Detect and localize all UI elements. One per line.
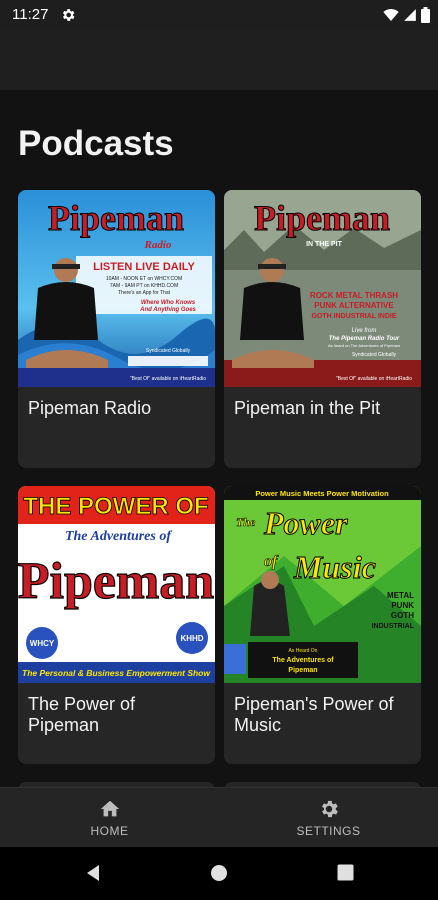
svg-text:10AM - NOON ET on WHCY.COM: 10AM - NOON ET on WHCY.COM [106, 276, 182, 282]
svg-text:Pipeman: Pipeman [288, 667, 317, 674]
app-bar [0, 30, 438, 90]
svg-text:The Adventures of: The Adventures of [272, 657, 334, 664]
svg-text:PUNK: PUNK [391, 601, 414, 610]
svg-text:KHHD: KHHD [180, 634, 203, 643]
svg-text:There's an App for That: There's an App for That [118, 290, 171, 296]
nav-home[interactable]: HOME [0, 788, 219, 848]
battery-icon [421, 7, 430, 23]
status-time: 11:27 [12, 6, 49, 23]
recents-icon[interactable] [337, 864, 354, 881]
svg-text:Power Music Meets Power Motiva: Power Music Meets Power Motivation [255, 489, 389, 498]
podcast-artwork: THE POWER OF The Adventures of Pipeman W… [18, 486, 215, 683]
wifi-icon [383, 9, 399, 21]
svg-text:LISTEN LIVE DAILY: LISTEN LIVE DAILY [93, 261, 195, 273]
svg-text:"Best Of" available on iHeartR: "Best Of" available on iHeartRadio [130, 376, 206, 382]
svg-text:Music: Music [293, 549, 376, 585]
svg-text:Live from: Live from [352, 328, 377, 334]
svg-text:PUNK ALTERNATIVE: PUNK ALTERNATIVE [314, 301, 394, 310]
podcast-artwork: Pipeman Radio LISTEN LIVE DAILY 10AM - N… [18, 190, 215, 387]
svg-text:Pipeman: Pipeman [18, 553, 214, 610]
podcast-card-pipeman-radio[interactable]: Pipeman Radio LISTEN LIVE DAILY 10AM - N… [18, 190, 215, 468]
podcast-title: Pipeman Radio [28, 398, 152, 418]
nav-settings-label: SETTINGS [296, 824, 361, 838]
podcast-list[interactable]: Podcasts Pipeman Radio LISTEN LIVE DAILY… [0, 90, 438, 787]
signal-icon [404, 9, 416, 21]
gear-icon [321, 800, 338, 818]
home-circle-icon[interactable] [210, 864, 228, 882]
svg-text:And Anything Goes: And Anything Goes [139, 307, 196, 313]
svg-text:of: of [264, 553, 279, 570]
svg-text:GOTH: GOTH [391, 611, 414, 620]
podcast-title-line: The Power of [28, 694, 136, 714]
svg-text:IN THE PIT: IN THE PIT [306, 241, 343, 248]
svg-text:Pipeman: Pipeman [48, 198, 184, 238]
svg-text:Syndicated Globally: Syndicated Globally [146, 348, 191, 354]
svg-text:METAL: METAL [387, 591, 414, 600]
svg-text:THE POWER OF: THE POWER OF [23, 493, 208, 520]
svg-text:The Adventures of: The Adventures of [65, 529, 172, 544]
gear-icon [62, 9, 75, 21]
podcast-title-line: Pipeman [28, 715, 100, 735]
svg-text:"Best Of" available on iHeartR: "Best Of" available on iHeartRadio [336, 376, 412, 382]
status-icons [383, 6, 430, 24]
svg-text:WHCY: WHCY [30, 639, 55, 648]
podcast-card-pipemans-power-of-music[interactable]: Power Music Meets Power Motivation The P… [224, 486, 421, 764]
podcast-title: The Power of Pipeman [28, 694, 205, 736]
svg-text:The Pipeman Radio Tour: The Pipeman Radio Tour [329, 336, 400, 342]
podcast-title-line: Music [234, 715, 282, 735]
podcast-card-pipeman-in-the-pit[interactable]: Pipeman IN THE PIT ROCK METAL THRASH PUN… [224, 190, 421, 468]
svg-text:GOTH INDUSTRIAL INDIE: GOTH INDUSTRIAL INDIE [311, 313, 396, 320]
back-icon[interactable] [84, 864, 102, 882]
home-icon [100, 800, 119, 817]
svg-text:Where Who Knows: Where Who Knows [141, 300, 196, 306]
nav-settings[interactable]: SETTINGS [219, 788, 438, 848]
svg-text:As Heard On: As Heard On [289, 648, 318, 654]
svg-text:INDUSTRIAL: INDUSTRIAL [372, 623, 415, 630]
podcast-title-line: Pipeman's Power of [234, 694, 394, 714]
page-title: Podcasts [18, 124, 174, 163]
svg-text:ROCK METAL THRASH: ROCK METAL THRASH [310, 291, 398, 300]
status-bar: 11:27 [0, 0, 438, 30]
svg-text:Radio: Radio [144, 239, 172, 251]
podcast-artwork: Power Music Meets Power Motivation The P… [224, 486, 421, 683]
svg-text:Pipeman: Pipeman [254, 198, 390, 238]
system-navigation-bar [0, 847, 438, 900]
svg-text:As heard on The Adventures of: As heard on The Adventures of Pipeman [328, 343, 400, 348]
podcast-title: Pipeman in the Pit [234, 398, 381, 418]
podcast-title: Pipeman's Power of Music [234, 694, 411, 736]
svg-text:Syndicated Globally: Syndicated Globally [352, 352, 397, 358]
podcast-card-the-power-of-pipeman[interactable]: THE POWER OF The Adventures of Pipeman W… [18, 486, 215, 764]
nav-home-label: HOME [90, 824, 129, 838]
podcast-artwork: Pipeman IN THE PIT ROCK METAL THRASH PUN… [224, 190, 421, 387]
svg-text:Power: Power [263, 505, 348, 541]
svg-text:7AM - 9AM PT on KHHD.COM: 7AM - 9AM PT on KHHD.COM [110, 283, 178, 289]
svg-text:The Personal & Business Empowe: The Personal & Business Empowerment Show [22, 668, 211, 678]
svg-text:The: The [236, 515, 256, 529]
bottom-navigation: HOME SETTINGS [0, 787, 438, 847]
